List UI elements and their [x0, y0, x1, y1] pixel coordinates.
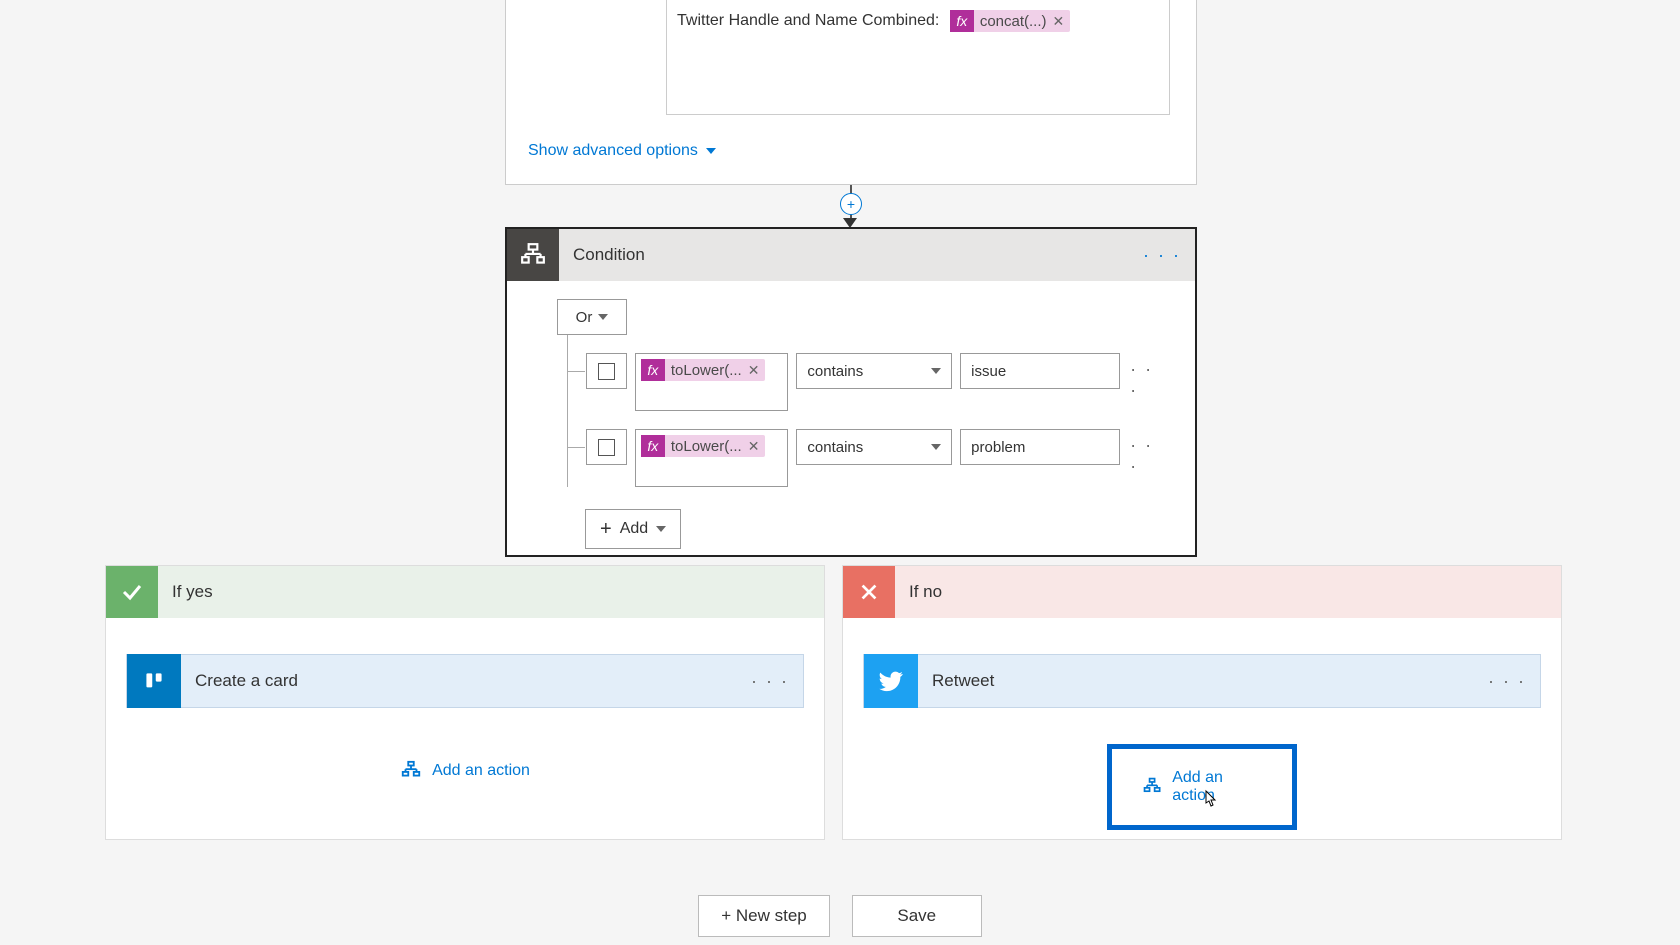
tree-line [557, 429, 586, 487]
condition-header[interactable]: Condition · · · [559, 229, 1195, 281]
condition-row: fx toLower(... ✕ contains · · · [557, 429, 1167, 487]
expression-field[interactable]: fx toLower(... ✕ [635, 353, 789, 411]
fx-icon: fx [641, 435, 665, 457]
add-action-label: Add an action [432, 762, 530, 780]
expression-token-concat[interactable]: fx concat(...) ✕ [950, 10, 1070, 32]
if-no-title: If no [909, 582, 942, 602]
action-title: Create a card [195, 671, 751, 691]
row-menu-icon[interactable]: · · · [1130, 429, 1167, 477]
action-title: Retweet [932, 671, 1488, 691]
bottom-bar: + New step Save [0, 895, 1680, 937]
plus-icon: + [600, 518, 612, 541]
condition-title: Condition [573, 245, 645, 265]
action-menu-icon[interactable]: · · · [1488, 671, 1526, 692]
new-step-label: + New step [721, 906, 807, 926]
operator-select[interactable]: contains [796, 353, 952, 389]
fx-icon: fx [641, 359, 665, 381]
token-text: toLower(... [671, 362, 742, 379]
add-action-icon [1142, 776, 1162, 798]
token-text: concat(...) [980, 13, 1047, 30]
token-remove-icon[interactable]: ✕ [748, 438, 760, 455]
show-advanced-label: Show advanced options [528, 142, 698, 160]
condition-menu-icon[interactable]: · · · [1143, 245, 1181, 266]
add-action-button-yes[interactable]: Add an action [126, 760, 804, 782]
chevron-down-icon [656, 526, 666, 532]
add-action-label: Add an action [1172, 769, 1262, 805]
compose-card: Twitter Handle and Name Combined: fx con… [505, 0, 1197, 185]
chevron-down-icon [706, 148, 716, 154]
operator-label: contains [807, 363, 863, 380]
if-yes-branch: If yes Create a card · · · [105, 565, 825, 840]
twitter-icon [864, 654, 918, 708]
if-yes-title: If yes [172, 582, 213, 602]
trello-icon [127, 654, 181, 708]
add-action-icon [400, 760, 422, 782]
chevron-down-icon [931, 368, 941, 374]
save-button[interactable]: Save [852, 895, 982, 937]
chevron-down-icon [598, 314, 608, 320]
token-remove-icon[interactable]: ✕ [1053, 13, 1065, 30]
add-action-button-no[interactable]: Add an action [1107, 744, 1297, 830]
token-text: toLower(... [671, 438, 742, 455]
condition-card: Condition · · · Or fx toLower(... [505, 227, 1197, 557]
if-no-header: If no [843, 566, 1561, 618]
row-menu-icon[interactable]: · · · [1130, 353, 1167, 401]
add-label: Add [620, 520, 648, 538]
insert-step-button[interactable]: + [840, 193, 862, 215]
check-icon [106, 566, 158, 618]
if-yes-header: If yes [106, 566, 824, 618]
value-input[interactable] [960, 353, 1120, 389]
new-step-button[interactable]: + New step [698, 895, 830, 937]
expression-token-tolower[interactable]: fx toLower(... ✕ [641, 359, 766, 381]
row-checkbox[interactable] [586, 429, 627, 465]
token-remove-icon[interactable]: ✕ [748, 362, 760, 379]
condition-icon [507, 229, 559, 281]
chevron-down-icon [931, 444, 941, 450]
fx-icon: fx [950, 10, 974, 32]
action-menu-icon[interactable]: · · · [751, 671, 789, 692]
row-checkbox[interactable] [586, 353, 627, 389]
operator-select[interactable]: contains [796, 429, 952, 465]
tree-line [557, 353, 586, 411]
group-operator-label: Or [576, 309, 593, 326]
condition-row: fx toLower(... ✕ contains · · · [557, 353, 1167, 411]
operator-label: contains [807, 439, 863, 456]
action-retweet[interactable]: Retweet · · · [863, 654, 1541, 708]
if-no-branch: If no Retweet · · · Add an action [842, 565, 1562, 840]
action-create-card[interactable]: Create a card · · · [126, 654, 804, 708]
group-operator-select[interactable]: Or [557, 299, 627, 335]
close-icon [843, 566, 895, 618]
field-label: Twitter Handle and Name Combined: [677, 12, 939, 29]
flow-connector: + [848, 185, 854, 227]
value-input[interactable] [960, 429, 1120, 465]
show-advanced-toggle[interactable]: Show advanced options [528, 142, 716, 160]
save-label: Save [897, 906, 936, 926]
description-field[interactable]: Twitter Handle and Name Combined: fx con… [666, 0, 1170, 115]
expression-field[interactable]: fx toLower(... ✕ [635, 429, 789, 487]
expression-token-tolower[interactable]: fx toLower(... ✕ [641, 435, 766, 457]
add-condition-button[interactable]: + Add [585, 509, 681, 549]
